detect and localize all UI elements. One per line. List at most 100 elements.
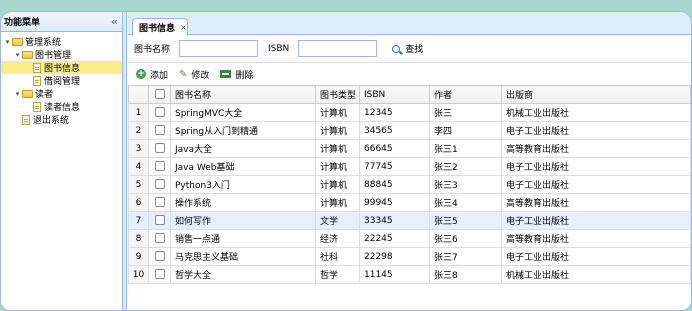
book-title-cell: 如何写作	[170, 211, 316, 230]
sidebar: 功能菜单 « ▾ 管理系统 ▾ 图书管理 图书信息 借阅管理 ▾ 读者 读者信息…	[1, 12, 123, 310]
close-icon[interactable]: ×	[180, 23, 187, 32]
tree-node-logout[interactable]: 退出系统	[1, 113, 122, 126]
author-cell: 张三6	[429, 229, 502, 248]
table-row[interactable]: 1 SpringMVC大全 计算机 12345 张三 机械工业出版社	[128, 103, 691, 122]
table-row[interactable]: 5 Python3入门 计算机 88845 张三3 电子工业出版社	[128, 175, 691, 194]
tree-node-book-info[interactable]: 图书信息	[1, 61, 122, 74]
row-checkbox[interactable]	[148, 175, 171, 194]
file-icon	[33, 101, 41, 112]
row-checkbox[interactable]	[148, 157, 171, 176]
collapse-icon[interactable]: «	[111, 15, 118, 28]
isbn-input[interactable]	[298, 40, 378, 57]
sidebar-title: 功能菜单	[4, 18, 41, 28]
add-icon: +	[136, 69, 146, 79]
isbn-cell: 33345	[359, 211, 430, 230]
row-checkbox[interactable]	[148, 247, 171, 266]
book-title-cell: Python3入门	[170, 175, 316, 194]
tab-book-info[interactable]: 图书信息 ×	[132, 18, 188, 36]
delete-icon	[220, 70, 232, 78]
column-header-type[interactable]: 图书类型	[315, 85, 360, 104]
pencil-icon: ✎	[179, 68, 188, 80]
row-number: 5	[128, 175, 149, 194]
file-icon	[33, 62, 41, 73]
isbn-cell: 99945	[359, 193, 430, 212]
column-header-isbn[interactable]: ISBN	[359, 85, 430, 104]
splitter[interactable]	[123, 12, 127, 310]
delete-button-label: 删除	[235, 70, 254, 81]
publisher-cell: 电子工业出版社	[501, 175, 691, 194]
table-row[interactable]: 10 哲学大全 哲学 11145 张三8 机械工业出版社	[128, 265, 691, 284]
table-row[interactable]: 2 Spring从入门到精通 计算机 34565 李四 电子工业出版社	[128, 121, 691, 140]
folder-open-icon	[22, 50, 33, 59]
book-title-cell: Java Web基础	[170, 157, 316, 176]
author-cell: 张三3	[429, 175, 502, 194]
tree-node-borrow-management[interactable]: 借阅管理	[1, 74, 122, 87]
table-row[interactable]: 3 Java大全 计算机 66645 张三1 高等教育出版社	[128, 139, 691, 158]
table-row[interactable]: 8 销售一点通 经济 22245 张三6 高等教育出版社	[128, 229, 691, 248]
tree-node-label: 图书管理	[35, 51, 72, 61]
row-checkbox[interactable]	[148, 193, 171, 212]
column-header-title[interactable]: 图书名称	[170, 85, 316, 104]
book-name-input[interactable]	[179, 40, 259, 57]
book-name-label: 图书名称	[134, 45, 171, 55]
select-all-checkbox[interactable]	[148, 85, 171, 104]
isbn-cell: 66645	[359, 139, 430, 158]
author-cell: 张三5	[429, 211, 502, 230]
book-title-cell: SpringMVC大全	[170, 103, 316, 122]
publisher-cell: 电子工业出版社	[501, 247, 691, 266]
row-checkbox[interactable]	[148, 229, 171, 248]
book-type-cell: 经济	[315, 229, 360, 248]
toolbar: + 添加 ✎ 修改 删除	[128, 63, 691, 85]
column-header-publisher[interactable]: 出版商	[501, 85, 691, 104]
column-header-author[interactable]: 作者	[429, 85, 502, 104]
author-cell: 张三2	[429, 157, 502, 176]
row-number: 6	[128, 193, 149, 212]
book-title-cell: 操作系统	[170, 193, 316, 212]
tree-node-label: 管理系统	[25, 38, 62, 48]
file-icon	[33, 75, 41, 86]
search-icon	[392, 44, 401, 53]
row-checkbox[interactable]	[148, 103, 171, 122]
isbn-cell: 22245	[359, 229, 430, 248]
book-grid: 图书名称 图书类型 ISBN 作者 出版商 1 SpringMVC大全 计算机 123…	[128, 85, 691, 284]
expand-toggle-icon[interactable]: ▾	[13, 90, 22, 98]
table-row[interactable]: 7 如何写作 文学 33345 张三5 电子工业出版社	[128, 211, 691, 230]
delete-button[interactable]: 删除	[220, 68, 253, 81]
book-type-cell: 计算机	[315, 139, 360, 158]
book-title-cell: 马克思主义基础	[170, 247, 316, 266]
tree-node-readers[interactable]: ▾ 读者	[1, 87, 122, 100]
row-checkbox[interactable]	[148, 121, 171, 140]
table-row[interactable]: 9 马克思主义基础 社科 22298 张三7 电子工业出版社	[128, 247, 691, 266]
row-checkbox[interactable]	[148, 139, 171, 158]
search-bar: 图书名称 ISBN 查找	[128, 35, 691, 63]
row-checkbox[interactable]	[148, 211, 171, 230]
book-type-cell: 计算机	[315, 193, 360, 212]
row-checkbox[interactable]	[148, 265, 171, 284]
table-row[interactable]: 4 Java Web基础 计算机 77745 张三2 电子工业出版社	[128, 157, 691, 176]
expand-toggle-icon[interactable]: ▾	[3, 38, 12, 46]
edit-button[interactable]: ✎ 修改	[179, 68, 209, 81]
row-number: 9	[128, 247, 149, 266]
search-button[interactable]: 查找	[392, 42, 423, 55]
app-window: 功能菜单 « ▾ 管理系统 ▾ 图书管理 图书信息 借阅管理 ▾ 读者 读者信息…	[0, 11, 692, 311]
publisher-cell: 高等教育出版社	[501, 229, 691, 248]
publisher-cell: 机械工业出版社	[501, 265, 691, 284]
tree-node-management-system[interactable]: ▾ 管理系统	[1, 35, 122, 48]
tree-node-reader-info[interactable]: 读者信息	[1, 100, 122, 113]
sidebar-header: 功能菜单 «	[1, 12, 122, 32]
folder-open-icon	[12, 37, 23, 46]
tab-bar: 图书信息 ×	[128, 12, 691, 36]
publisher-cell: 电子工业出版社	[501, 157, 691, 176]
publisher-cell: 机械工业出版社	[501, 103, 691, 122]
row-number: 2	[128, 121, 149, 140]
expand-toggle-icon[interactable]: ▾	[13, 51, 22, 59]
row-number: 3	[128, 139, 149, 158]
menu-tree: ▾ 管理系统 ▾ 图书管理 图书信息 借阅管理 ▾ 读者 读者信息 退出系统	[1, 32, 122, 126]
book-type-cell: 计算机	[315, 157, 360, 176]
table-row[interactable]: 6 操作系统 计算机 99945 张三4 高等教育出版社	[128, 193, 691, 212]
isbn-cell: 11145	[359, 265, 430, 284]
tree-node-book-management[interactable]: ▾ 图书管理	[1, 48, 122, 61]
author-cell: 张三4	[429, 193, 502, 212]
add-button[interactable]: + 添加	[136, 68, 168, 81]
row-number-header	[128, 85, 149, 104]
